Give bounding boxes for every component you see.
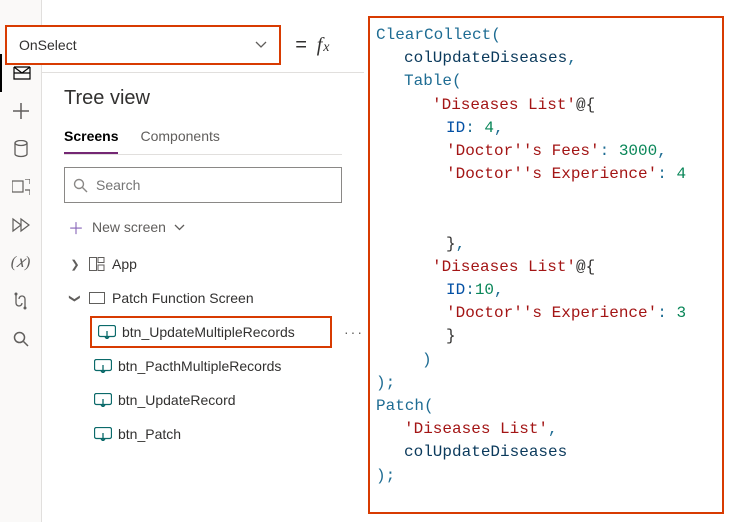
tree-view-title: Tree view bbox=[64, 87, 364, 110]
tree-node-label: App bbox=[112, 256, 137, 272]
tree-node-label: btn_UpdateMultipleRecords bbox=[122, 324, 295, 340]
tree-view-tabs: Screens Components bbox=[64, 124, 342, 155]
search-icon bbox=[73, 178, 88, 193]
power-automate-icon[interactable] bbox=[0, 206, 42, 244]
tree: ❯ App ❯ Patch Function Screen btn_Update… bbox=[64, 247, 364, 451]
tree-node-label: btn_PacthMultipleRecords bbox=[118, 358, 281, 374]
button-control-icon bbox=[94, 359, 112, 373]
plus-icon: ＋ bbox=[68, 215, 84, 239]
tab-screens[interactable]: Screens bbox=[64, 124, 118, 154]
chevron-down-icon bbox=[174, 224, 185, 231]
property-dropdown[interactable]: OnSelect bbox=[5, 25, 281, 65]
app-icon bbox=[88, 257, 106, 271]
data-icon[interactable] bbox=[0, 130, 42, 168]
media-icon[interactable] bbox=[0, 168, 42, 206]
tree-node-update-record[interactable]: btn_UpdateRecord bbox=[64, 383, 364, 417]
button-control-icon bbox=[94, 393, 112, 407]
tree-node-label: btn_UpdateRecord bbox=[118, 392, 236, 408]
search-icon[interactable] bbox=[0, 320, 42, 358]
tree-node-patch-multiple[interactable]: btn_PacthMultipleRecords bbox=[64, 349, 364, 383]
fx-icon[interactable]: fx bbox=[317, 34, 331, 57]
chevron-down-icon: ❯ bbox=[69, 291, 82, 305]
variables-icon[interactable]: (𝑥) bbox=[0, 244, 42, 282]
chevron-down-icon bbox=[255, 41, 267, 49]
new-screen-label: New screen bbox=[92, 219, 166, 235]
tree-node-patch-screen[interactable]: ❯ Patch Function Screen bbox=[64, 281, 364, 315]
screen-icon bbox=[88, 292, 106, 304]
advanced-tools-icon[interactable] bbox=[0, 282, 42, 320]
tree-node-label: btn_Patch bbox=[118, 426, 181, 442]
button-control-icon bbox=[98, 325, 116, 339]
left-rail: (𝑥) bbox=[0, 0, 42, 522]
formula-editor[interactable]: ClearCollect( colUpdateDiseases, Table( … bbox=[368, 16, 724, 514]
tree-node-update-multiple[interactable]: btn_UpdateMultipleRecords ··· bbox=[64, 315, 364, 349]
equals-label: = bbox=[295, 34, 307, 57]
more-icon[interactable]: ··· bbox=[344, 324, 364, 340]
tok-fn: ClearCollect bbox=[376, 26, 491, 44]
property-dropdown-value: OnSelect bbox=[19, 37, 77, 53]
tree-node-app[interactable]: ❯ App bbox=[64, 247, 364, 281]
tree-node-patch[interactable]: btn_Patch bbox=[64, 417, 364, 451]
tree-search-input[interactable] bbox=[96, 177, 333, 193]
button-control-icon bbox=[94, 427, 112, 441]
insert-icon[interactable] bbox=[0, 92, 42, 130]
tab-components[interactable]: Components bbox=[140, 124, 219, 154]
chevron-right-icon: ❯ bbox=[68, 258, 82, 271]
tree-search[interactable] bbox=[64, 167, 342, 203]
tree-view-panel: Tree view Screens Components ＋ New scree… bbox=[42, 72, 364, 522]
tree-node-label: Patch Function Screen bbox=[112, 290, 254, 306]
new-screen-button[interactable]: ＋ New screen bbox=[68, 215, 364, 239]
